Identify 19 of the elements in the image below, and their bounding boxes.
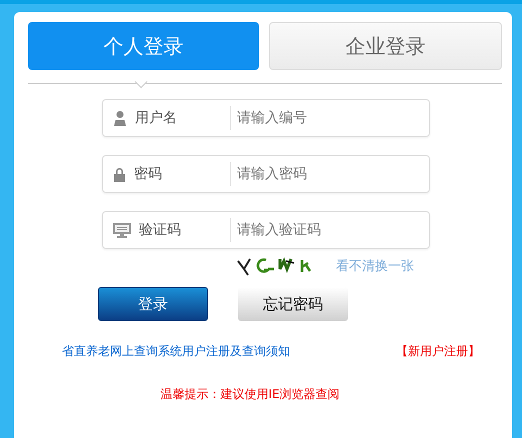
- text-input[interactable]: 请输入编号: [231, 109, 419, 127]
- text-input[interactable]: 请输入密码: [231, 165, 419, 183]
- password-field[interactable]: 密码 请输入密码: [102, 155, 430, 193]
- field-label: 验证码: [139, 221, 181, 239]
- field-label: 用户名: [135, 109, 177, 127]
- forgot-password-button[interactable]: 忘记密码: [238, 287, 348, 321]
- text-input[interactable]: 请输入验证码: [231, 221, 419, 239]
- user-icon: [113, 110, 127, 126]
- captcha-field[interactable]: 验证码 请输入验证码: [102, 211, 430, 249]
- field-label: 密码: [134, 165, 162, 183]
- register-link[interactable]: 【新用户注册】: [396, 343, 480, 360]
- monitor-icon: [113, 222, 131, 238]
- tab[interactable]: 企业登录: [269, 22, 502, 70]
- lock-icon: [113, 166, 126, 182]
- login-button[interactable]: 登录: [98, 287, 208, 321]
- tab[interactable]: 个人登录: [28, 22, 259, 70]
- notice-link[interactable]: 省直养老网上查询系统用户注册及查询须知: [62, 343, 290, 360]
- tip-text: 温馨提示：建议使用IE浏览器查阅: [159, 386, 341, 403]
- username-field[interactable]: 用户名 请输入编号: [102, 99, 430, 137]
